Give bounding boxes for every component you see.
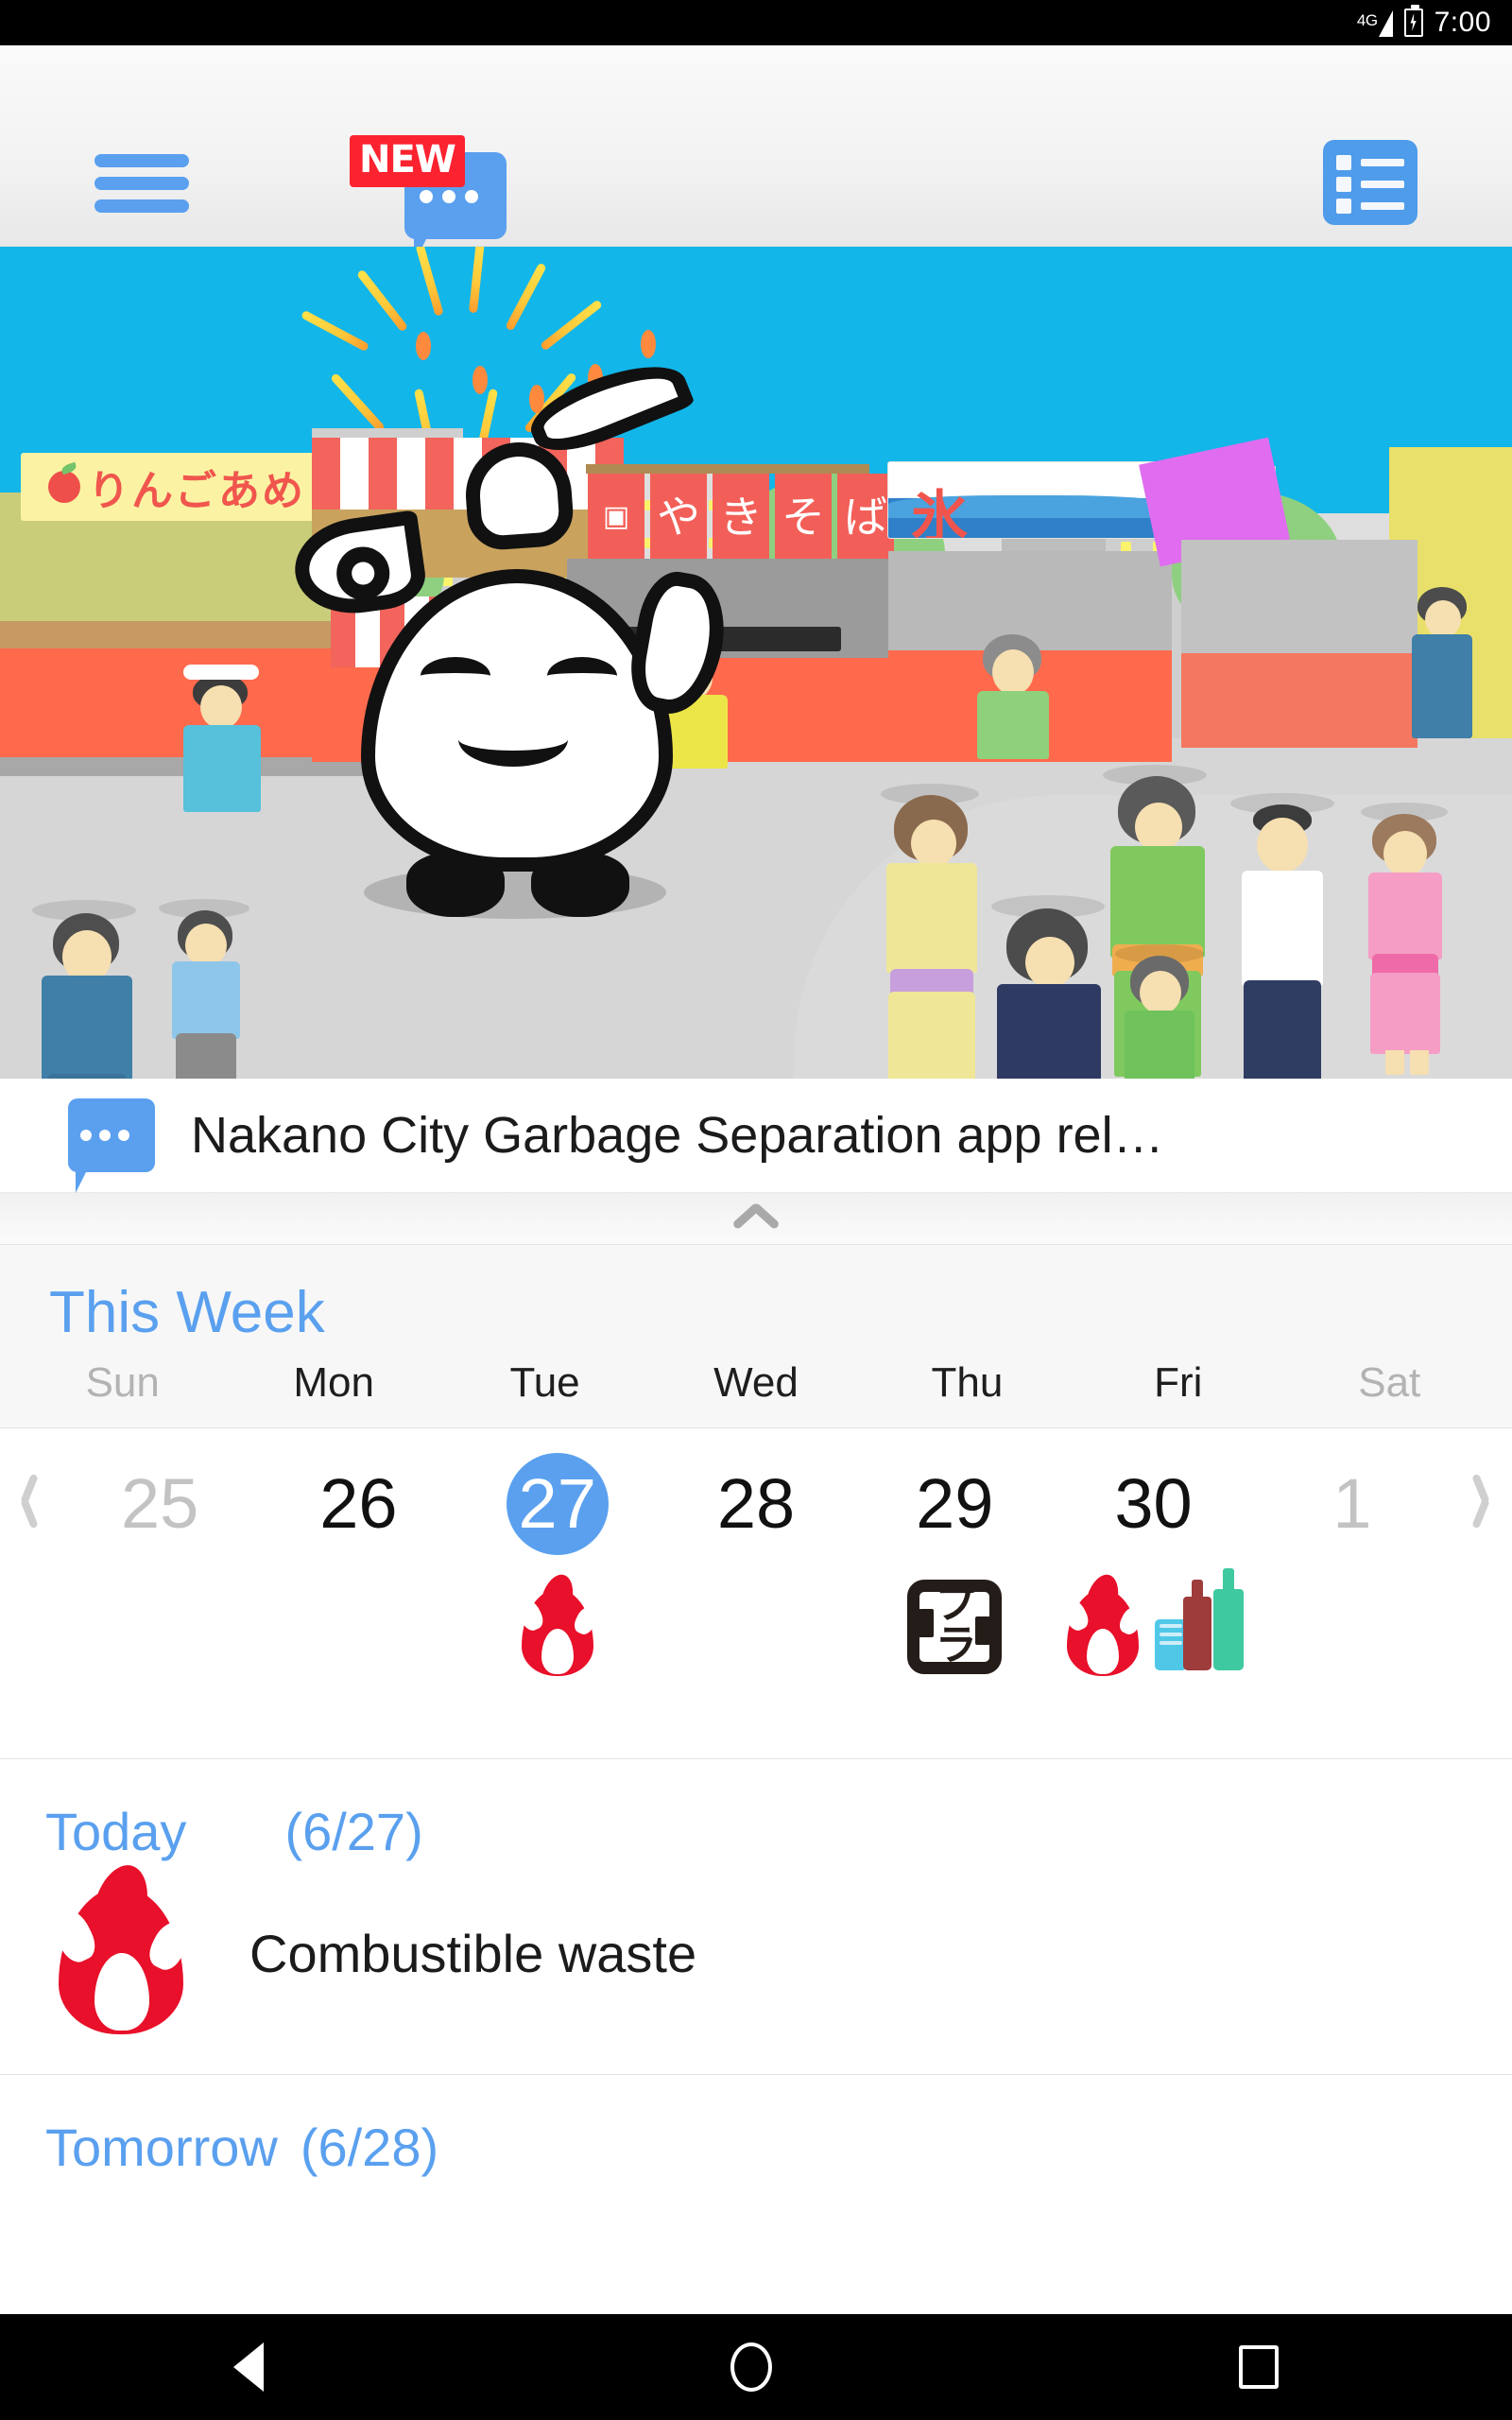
garbage-bag-mascot xyxy=(288,348,734,919)
day-number: 1 xyxy=(1332,1464,1372,1543)
hero-illustration[interactable]: りんごあめ ▣ や き そ ば 氷 xyxy=(0,247,1512,1079)
mascot-body xyxy=(361,569,673,872)
day-waste-icons xyxy=(1058,1568,1249,1676)
noren-panel: ば xyxy=(837,474,894,561)
day-name-mon: Mon xyxy=(293,1359,374,1406)
week-day-row: 25 26 27 28 29 プラ 30 1 xyxy=(0,1428,1512,1708)
day-number: 30 xyxy=(1114,1464,1193,1543)
chevron-up-icon xyxy=(731,1206,781,1231)
sign-candy-apple: りんごあめ xyxy=(21,453,333,521)
day-waste-icons: プラ xyxy=(907,1578,1003,1676)
schedule-group-tomorrow: Tomorrow (6/28) xyxy=(0,2075,1512,2178)
next-week-button[interactable] xyxy=(1452,1453,1512,1527)
noren-panel: そ xyxy=(775,474,832,561)
schedule-label: Tomorrow xyxy=(45,2118,278,2177)
hamburger-menu-icon[interactable] xyxy=(94,154,189,213)
day-cell-28[interactable]: 28 xyxy=(657,1453,855,1676)
list-row xyxy=(1336,177,1404,192)
schedule-group-header: Tomorrow (6/28) xyxy=(0,2075,1512,2178)
week-title: This Week xyxy=(49,1280,325,1345)
chevron-right-icon xyxy=(1466,1474,1498,1527)
app-bar: NEW xyxy=(0,45,1512,264)
day-name-thu: Thu xyxy=(931,1359,1004,1406)
battery-bolt xyxy=(1410,13,1417,31)
collapse-handle[interactable] xyxy=(0,1193,1512,1245)
day-name-header: Sun Mon Tue Wed Thu Fri Sat xyxy=(0,1359,1512,1427)
mascot-hand-ring xyxy=(333,543,393,604)
hamburger-line xyxy=(94,154,189,167)
day-name-wed: Wed xyxy=(713,1359,799,1406)
day-cell-29[interactable]: 29 プラ xyxy=(855,1453,1054,1676)
back-triangle-icon[interactable] xyxy=(233,2342,264,2392)
schedule-group-today: Today (6/27) Combustible waste xyxy=(0,1759,1512,2074)
mascot-eye-right xyxy=(547,657,617,695)
list-view-icon[interactable] xyxy=(1323,140,1418,225)
day-number: 25 xyxy=(120,1464,199,1543)
day-cell-1[interactable]: 1 xyxy=(1253,1453,1452,1676)
speech-bubble-icon xyxy=(68,1098,155,1193)
week-section: This Week Sun Mon Tue Wed Thu Fri Sat 25… xyxy=(0,1245,1512,1708)
schedule-label: Today xyxy=(45,1802,187,1861)
flame-icon xyxy=(45,1858,197,2034)
signal-bars-icon: 4G xyxy=(1357,9,1393,37)
schedule-date: (6/27) xyxy=(284,1802,423,1861)
bubble-dots xyxy=(420,190,478,203)
day-cell-26[interactable]: 26 xyxy=(259,1453,457,1676)
day-waste-icons xyxy=(513,1570,602,1676)
phone-screen: 4G 7:00 NEW りんごあめ ▣ や き そ ば 氷 Nakano Cit… xyxy=(0,0,1512,2420)
status-bar-clock: 7:00 xyxy=(1434,7,1491,38)
flame-icon xyxy=(1058,1570,1147,1676)
network-type-label: 4G xyxy=(1356,11,1378,29)
day-number: 29 xyxy=(916,1464,994,1543)
mascot-mouth xyxy=(458,712,568,767)
day-cell-27[interactable]: 27 xyxy=(458,1453,657,1676)
day-number: 28 xyxy=(716,1464,796,1543)
noren-panel: き xyxy=(713,474,769,561)
recents-square-icon[interactable] xyxy=(1239,2345,1279,2389)
hamburger-line xyxy=(94,177,189,190)
new-badge: NEW xyxy=(350,135,465,187)
battery-charging-icon xyxy=(1403,5,1423,37)
bottles-cans-icon xyxy=(1154,1568,1249,1674)
mascot-arm-right xyxy=(623,566,734,721)
schedule-item[interactable]: Combustible waste xyxy=(0,1858,1512,2074)
bubble-dots xyxy=(80,1130,129,1141)
schedule-group-header: Today (6/27) xyxy=(0,1759,1512,1862)
waste-type-label: Combustible waste xyxy=(249,1923,697,1983)
news-headline-row[interactable]: Nakano City Garbage Separation app rel… xyxy=(0,1079,1512,1193)
day-name-sat: Sat xyxy=(1358,1359,1421,1406)
android-nav-bar xyxy=(0,2314,1512,2420)
signal-triangle xyxy=(1378,10,1393,37)
schedule-date: (6/28) xyxy=(300,2118,439,2177)
day-cell-30[interactable]: 30 xyxy=(1054,1453,1252,1676)
status-bar: 4G 7:00 xyxy=(0,0,1512,45)
list-row xyxy=(1336,155,1404,170)
day-name-tue: Tue xyxy=(509,1359,580,1406)
apple-icon xyxy=(48,471,80,503)
news-headline-text: Nakano City Garbage Separation app rel… xyxy=(191,1107,1164,1164)
home-circle-icon[interactable] xyxy=(730,2342,772,2392)
chevron-left-icon xyxy=(14,1474,46,1527)
day-number: 26 xyxy=(319,1464,398,1543)
flame-icon xyxy=(513,1570,602,1676)
hamburger-line xyxy=(94,199,189,213)
prev-week-button[interactable] xyxy=(0,1453,60,1527)
plastic-recycle-icon: プラ xyxy=(907,1580,1003,1674)
day-name-sun: Sun xyxy=(85,1359,160,1406)
sign-shaved-ice: 氷 xyxy=(888,462,1172,538)
day-name-fri: Fri xyxy=(1154,1359,1203,1406)
list-row xyxy=(1336,199,1404,214)
day-number-today: 27 xyxy=(506,1453,609,1555)
news-button[interactable]: NEW xyxy=(350,135,529,264)
schedule-list: Today (6/27) Combustible waste Tomorrow … xyxy=(0,1758,1512,2178)
day-cell-25[interactable]: 25 xyxy=(60,1453,259,1676)
mascot-eye-left xyxy=(421,657,490,695)
